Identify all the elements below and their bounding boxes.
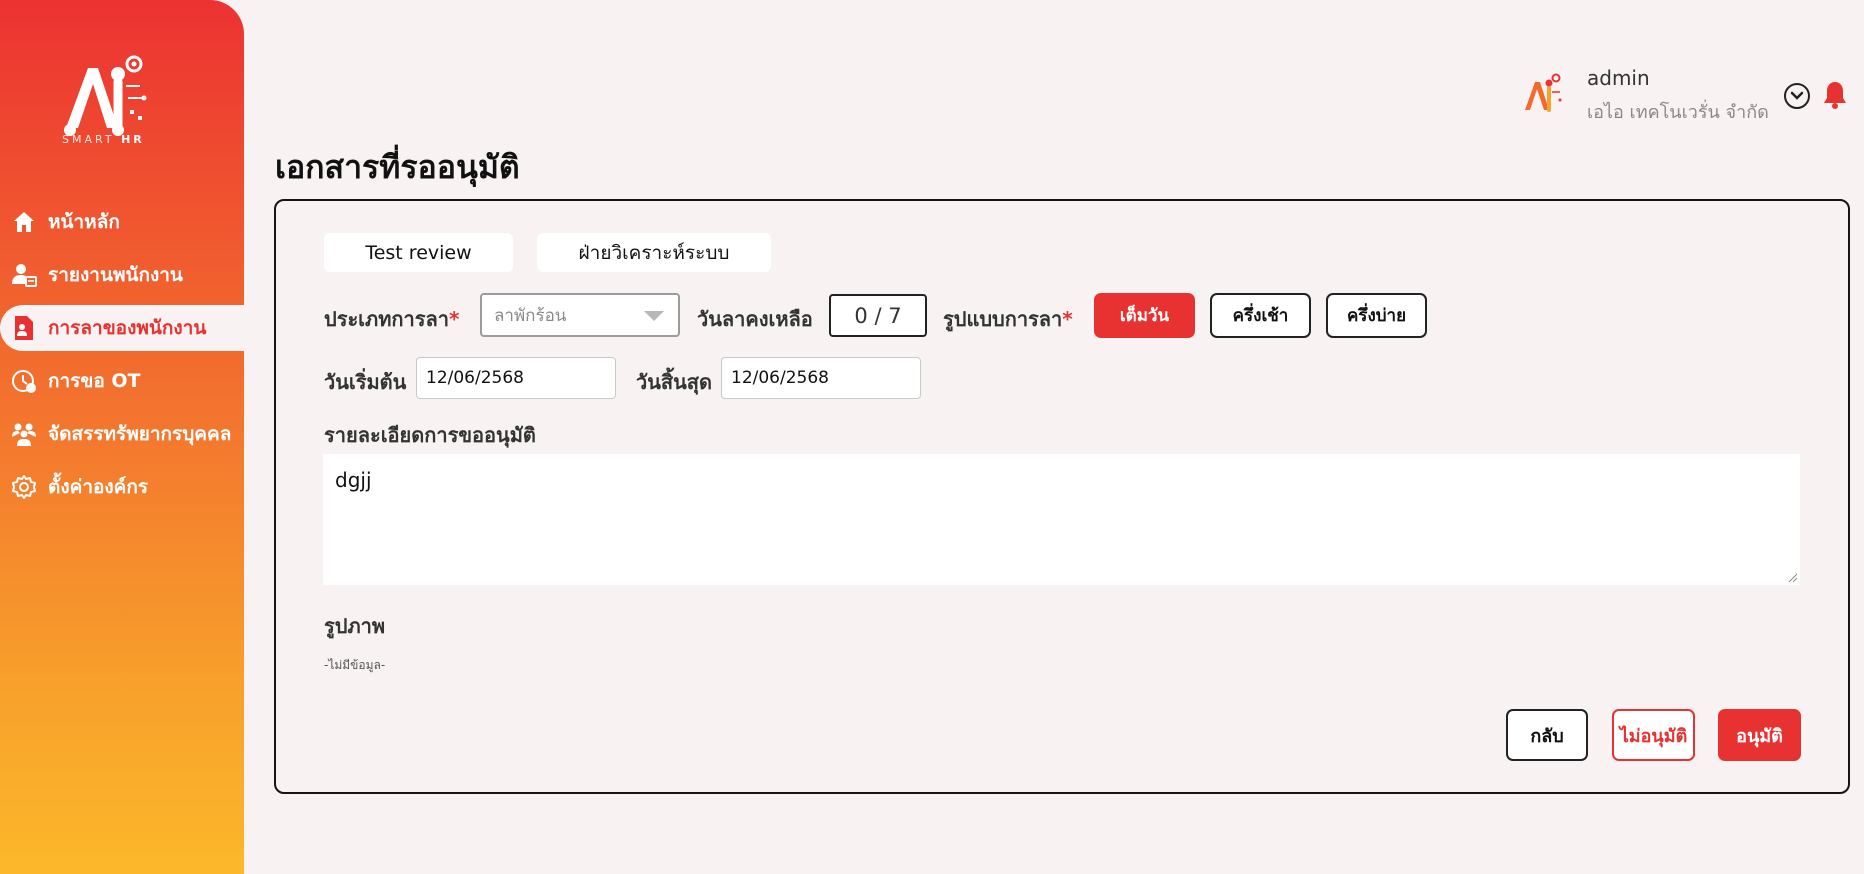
reject-button[interactable]: ไม่อนุมัติ: [1612, 709, 1695, 761]
logo-text: SMART HR: [62, 133, 145, 146]
approve-button[interactable]: อนุมัติ: [1718, 709, 1801, 761]
company-logo: [1525, 73, 1562, 112]
back-button[interactable]: กลับ: [1506, 709, 1588, 761]
leave-type-label: ประเภทการลา*: [324, 307, 460, 331]
sidebar-item-hr-allocation[interactable]: จัดสรรทรัพยากรบุคคล: [0, 411, 244, 457]
image-empty-text: -ไม่มีข้อมูล-: [324, 658, 386, 672]
home-icon: [11, 209, 37, 235]
chevron-down-icon: [1790, 91, 1804, 100]
start-date-label: วันเริ่มต้น: [324, 370, 407, 394]
remaining-days-label: วันลาคงเหลือ: [697, 307, 813, 331]
sidebar-item-employee-leave[interactable]: การลาของพนักงาน: [0, 305, 244, 351]
image-label: รูปภาพ: [324, 614, 386, 638]
department-tab: ฝ่ายวิเคราะห์ระบบ: [537, 233, 771, 272]
sidebar-item-label: หน้าหลัก: [48, 211, 120, 233]
clock-icon: [11, 368, 37, 394]
bell-icon[interactable]: [1822, 80, 1848, 110]
sidebar-item-label: จัดสรรทรัพยากรบุคคล: [48, 423, 232, 445]
end-date-input[interactable]: 12/06/2568: [721, 357, 921, 399]
sidebar-item-label: ตั้งค่าองค์กร: [48, 476, 149, 498]
request-detail-text: dgjj: [335, 468, 372, 492]
request-detail-textarea[interactable]: dgjj: [323, 454, 1800, 585]
user-company: เอไอ เทคโนเวรั่น จำกัด: [1587, 102, 1769, 123]
account-dropdown-button[interactable]: [1784, 83, 1810, 109]
sidebar-item-org-settings[interactable]: ตั้งค่าองค์กร: [0, 464, 244, 510]
full-day-button[interactable]: เต็มวัน: [1094, 293, 1195, 338]
leave-document-icon: [11, 315, 37, 341]
sidebar: SMART HR หน้าหลัก รายงานพนักงาน การลาของ…: [0, 0, 244, 874]
afternoon-half-button[interactable]: ครึ่งบ่าย: [1326, 293, 1427, 338]
leave-type-select[interactable]: ลาพักร้อน: [480, 293, 680, 337]
sidebar-item-ot-request[interactable]: การขอ OT: [0, 358, 244, 404]
sidebar-item-home[interactable]: หน้าหลัก: [0, 199, 244, 245]
leave-format-label: รูปแบบการลา*: [943, 307, 1073, 331]
employee-report-icon: [11, 262, 37, 288]
start-date-input[interactable]: 12/06/2568: [416, 357, 616, 399]
resize-handle-icon[interactable]: [1788, 573, 1798, 583]
sidebar-item-label: การลาของพนักงาน: [48, 317, 207, 339]
sidebar-item-label: การขอ OT: [48, 370, 141, 392]
morning-half-button[interactable]: ครึ่งเช้า: [1210, 293, 1311, 338]
sidebar-item-label: รายงานพนักงาน: [48, 264, 183, 286]
sidebar-item-employee-report[interactable]: รายงานพนักงาน: [0, 252, 244, 298]
employee-name-tab: Test review: [324, 233, 513, 272]
end-date-label: วันสิ้นสุด: [636, 370, 712, 394]
user-name: admin: [1587, 66, 1650, 90]
people-group-icon: [11, 421, 37, 447]
caret-down-icon: [644, 311, 664, 321]
request-detail-label: รายละเอียดการขออนุมัติ: [324, 423, 536, 447]
remaining-days-value: 0 / 7: [829, 294, 927, 337]
leave-type-value: ลาพักร้อน: [494, 305, 567, 326]
page-title: เอกสารที่รออนุมัติ: [275, 148, 520, 186]
gear-icon: [11, 474, 37, 500]
